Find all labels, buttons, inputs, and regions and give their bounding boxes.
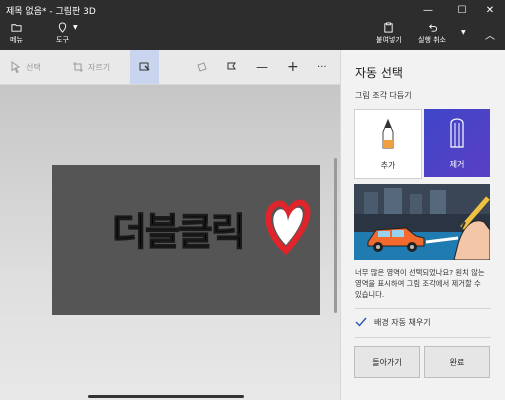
autofill-label: 배경 자동 채우기 bbox=[374, 317, 431, 327]
selection-toolbar: 선택 자르기 — + ··· bbox=[0, 50, 340, 85]
remove-mode-button[interactable]: 제거 bbox=[424, 109, 490, 177]
pencil-icon bbox=[382, 118, 394, 149]
menu-button[interactable]: 메뉴 bbox=[10, 22, 23, 45]
collapse-toolbar-icon[interactable]: ︿ bbox=[485, 27, 495, 42]
undo-label: 실행 취소 bbox=[418, 36, 446, 44]
crop-tool[interactable]: 자르기 bbox=[72, 50, 110, 84]
magic-select-icon bbox=[139, 62, 149, 71]
horizontal-scrollbar[interactable] bbox=[88, 395, 244, 398]
remove-illustration bbox=[354, 184, 490, 260]
paste-button[interactable]: 붙여넣기 bbox=[376, 22, 402, 45]
more-options-button[interactable]: ··· bbox=[317, 50, 327, 84]
panel-subtitle: 그림 조각 다듬기 bbox=[355, 91, 412, 100]
magic-select-tool[interactable] bbox=[130, 50, 159, 84]
undo-button[interactable]: 실행 취소 bbox=[418, 22, 446, 45]
sticker-icon bbox=[197, 62, 207, 72]
clipboard-icon bbox=[384, 22, 393, 33]
back-button[interactable]: 돌아가기 bbox=[354, 346, 420, 378]
sticker-tool[interactable] bbox=[196, 50, 212, 84]
panel-description: 너무 많은 영역이 선택되었나요? 원치 않는 영역을 표시하여 그림 조각에서… bbox=[355, 268, 485, 299]
close-button[interactable]: ✕ bbox=[475, 0, 505, 20]
add-mode-button[interactable]: 추가 bbox=[354, 109, 422, 179]
chevron-down-icon: ▼ bbox=[73, 24, 78, 31]
canvas-artwork: 더블클릭 bbox=[112, 199, 311, 256]
handwritten-text: 더블클릭 bbox=[112, 210, 244, 254]
window-title: 제목 없음* - 그림판 3D bbox=[6, 7, 96, 17]
location-pin-icon bbox=[58, 22, 67, 33]
select-tool-label: 선택 bbox=[26, 62, 41, 72]
menu-label: 메뉴 bbox=[10, 36, 23, 44]
flag-tool[interactable] bbox=[226, 50, 242, 84]
undo-dropdown-icon[interactable]: ▼ bbox=[461, 29, 466, 36]
paste-label: 붙여넣기 bbox=[376, 36, 402, 44]
magic-select-panel: 자동 선택 그림 조각 다듬기 추가 제거 너무 많은 영역이 선택되었나요? … bbox=[340, 50, 505, 400]
crop-icon bbox=[73, 62, 83, 72]
divider-top bbox=[355, 308, 491, 309]
add-mode-label: 추가 bbox=[380, 161, 396, 170]
panel-title: 자동 선택 bbox=[355, 66, 403, 80]
maximize-button[interactable]: ☐ bbox=[447, 0, 477, 20]
eraser-icon bbox=[450, 118, 464, 148]
drawing-canvas[interactable]: 더블클릭 bbox=[52, 165, 320, 315]
minimize-button[interactable]: — bbox=[413, 0, 443, 20]
zoom-in-button[interactable]: + bbox=[287, 50, 299, 84]
remove-mode-label: 제거 bbox=[449, 160, 465, 169]
select-tool[interactable]: 선택 bbox=[10, 50, 41, 84]
canvas-area[interactable]: 더블클릭 bbox=[0, 85, 340, 400]
title-bar: 제목 없음* - 그림판 3D — ☐ ✕ 메뉴 도구 ▼ 붙여넣기 실행 취소… bbox=[0, 0, 505, 50]
vertical-scrollbar[interactable] bbox=[334, 158, 337, 313]
checkmark-icon bbox=[355, 317, 367, 327]
tools-button[interactable]: 도구 bbox=[56, 22, 69, 45]
crop-tool-label: 자르기 bbox=[88, 62, 111, 72]
folder-icon bbox=[11, 24, 22, 32]
flag-icon bbox=[227, 62, 236, 70]
cursor-icon bbox=[11, 61, 21, 73]
divider-bottom bbox=[355, 337, 491, 338]
tools-label: 도구 bbox=[56, 36, 69, 44]
undo-icon bbox=[428, 24, 437, 32]
autofill-checkbox[interactable]: 배경 자동 채우기 bbox=[355, 316, 431, 328]
done-button[interactable]: 완료 bbox=[424, 346, 490, 378]
zoom-out-button[interactable]: — bbox=[256, 50, 268, 84]
